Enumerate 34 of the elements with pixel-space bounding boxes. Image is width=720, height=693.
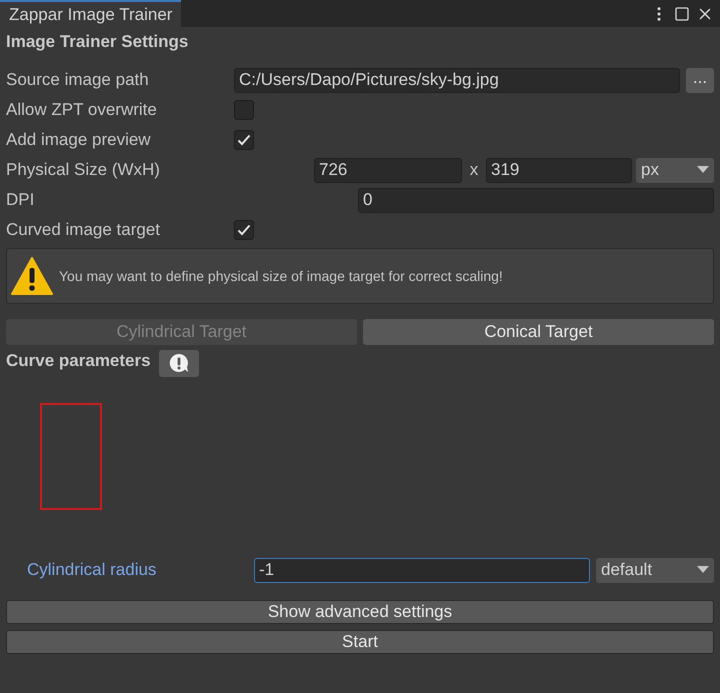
field-label: Add image preview <box>6 129 152 152</box>
checkbox[interactable] <box>234 100 254 120</box>
unit-dropdown[interactable]: px <box>636 158 714 182</box>
path-field[interactable]: C:/Users/Dapo/Pictures/sky-bg.jpg <box>234 68 680 92</box>
checkmark-icon <box>237 224 251 236</box>
section-heading: Curve parameters <box>6 350 151 372</box>
height-field[interactable]: 319 <box>486 158 632 182</box>
field-label: Cylindrical radius <box>26 559 158 582</box>
window-tab[interactable]: Zappar Image Trainer <box>0 0 182 27</box>
width-field[interactable]: 726 <box>314 158 462 182</box>
browse-button[interactable]: ... <box>686 68 714 92</box>
warning-icon <box>11 257 53 295</box>
checkmark-icon <box>237 134 251 146</box>
radius-field[interactable]: -1 <box>254 558 590 582</box>
info-button[interactable] <box>158 350 199 376</box>
target-tab[interactable]: Conical Target <box>363 319 714 345</box>
action-button[interactable]: Start <box>6 630 714 654</box>
field-label: Curved image target <box>6 219 162 242</box>
size-separator: x <box>468 159 480 182</box>
checkbox[interactable] <box>234 130 254 150</box>
field-label: Source image path <box>6 69 150 92</box>
field-label: DPI <box>6 189 36 212</box>
field-label: Allow ZPT overwrite <box>6 99 158 122</box>
maximize-icon[interactable] <box>674 6 690 22</box>
caret-icon <box>697 566 709 574</box>
section-heading: Image Trainer Settings <box>6 31 190 54</box>
alert-bubble-icon <box>168 353 189 373</box>
warning-text: You may want to define physical size of image target for correct scaling! <box>59 266 503 286</box>
caret-icon <box>697 166 709 174</box>
dpi-field[interactable]: 0 <box>358 188 714 212</box>
field-label: Physical Size (WxH) <box>6 159 161 182</box>
action-button[interactable]: Show advanced settings <box>6 600 714 624</box>
checkbox[interactable] <box>234 220 254 240</box>
radius-unit-dropdown[interactable]: default <box>596 558 714 582</box>
